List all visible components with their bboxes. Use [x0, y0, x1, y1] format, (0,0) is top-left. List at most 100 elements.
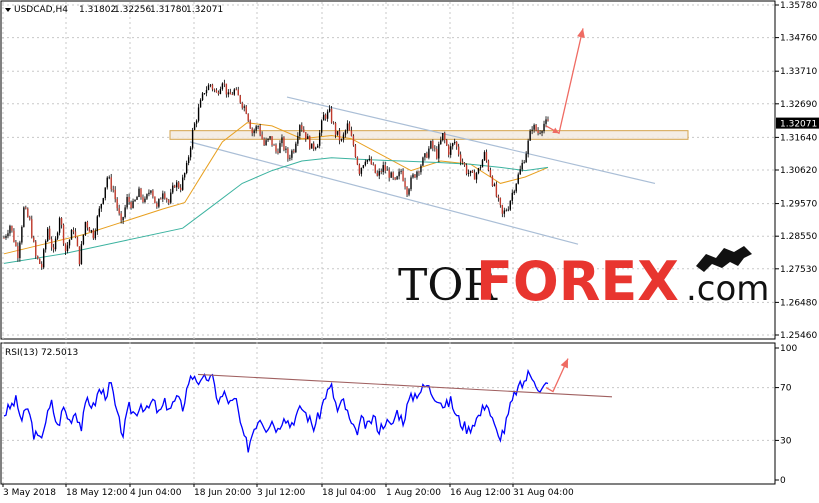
candle-body	[44, 241, 47, 250]
ohlc-low: 1.31780	[150, 5, 187, 15]
candle-body	[275, 145, 277, 152]
candle-body	[324, 114, 327, 119]
candle-body	[358, 164, 361, 174]
candle-body	[473, 172, 476, 180]
candle-body	[299, 125, 301, 136]
candle-body	[461, 161, 464, 164]
candle-body	[122, 217, 124, 221]
candle-body	[136, 197, 138, 200]
candle-body	[197, 107, 200, 121]
candle-body	[126, 197, 128, 208]
rsi-tick-label: 0	[780, 476, 786, 486]
candle-body	[233, 89, 236, 95]
watermark-dotcom: .com	[686, 269, 769, 309]
candle-body	[396, 176, 398, 180]
candle-body	[376, 172, 378, 176]
candle-body	[104, 187, 106, 199]
candle-body	[225, 83, 228, 95]
candle-body	[102, 198, 104, 204]
candle-body	[128, 197, 130, 203]
candle-body	[442, 133, 444, 141]
candle-body	[156, 203, 158, 207]
candle-body	[420, 165, 422, 173]
rsi-tick-label: 30	[780, 436, 792, 446]
price-tick-label: 1.26480	[780, 298, 817, 308]
candle-body	[17, 246, 19, 259]
candle-body	[483, 152, 486, 161]
candle-body	[392, 172, 394, 178]
candle-body	[174, 185, 176, 188]
rsi-plot-frame	[0, 342, 776, 485]
candle-body	[384, 165, 386, 171]
candle-body	[366, 159, 369, 162]
candle-body	[108, 177, 110, 179]
candle-body	[350, 130, 353, 136]
candle-body	[330, 108, 333, 123]
candle-body	[334, 123, 337, 135]
candle-body	[271, 136, 273, 146]
candle-body	[467, 173, 470, 174]
candle-body	[213, 89, 216, 91]
candle-body	[493, 184, 496, 186]
candle-body	[311, 143, 313, 149]
candle-body	[142, 197, 144, 202]
candle-body	[436, 148, 438, 159]
candle-body	[237, 89, 239, 96]
candle-body	[382, 165, 384, 173]
candle-body	[374, 164, 376, 173]
candle-body	[86, 221, 89, 228]
candle-body	[509, 200, 511, 210]
candle-body	[316, 145, 319, 148]
candle-body	[199, 99, 202, 108]
candle-body	[326, 111, 329, 119]
candle-body	[13, 230, 15, 242]
rsi-axis: 100 70 30 0	[775, 344, 797, 486]
candle-body	[529, 130, 531, 141]
candle-body	[541, 131, 543, 133]
candle-body	[475, 173, 478, 180]
candle-body	[513, 191, 515, 193]
candle-body	[76, 237, 79, 247]
candle-body	[452, 143, 454, 147]
price-tick-label: 1.33710	[780, 67, 817, 77]
candle-body	[106, 177, 108, 188]
candle-body	[217, 92, 220, 94]
resistance-zone-layer	[169, 130, 689, 140]
candle-body	[372, 164, 374, 166]
time-tick-label: 18 May 12:00	[66, 488, 128, 498]
candle-body	[259, 126, 261, 135]
ohlc-close: 1.32071	[186, 5, 223, 15]
candle-body	[406, 186, 408, 195]
candle-body	[130, 202, 132, 208]
candle-body	[535, 124, 537, 131]
candle-body	[146, 194, 148, 199]
candle-body	[527, 140, 529, 154]
candle-body	[247, 113, 249, 121]
candle-body	[517, 174, 519, 184]
candle-body	[450, 146, 452, 155]
candle-body	[265, 140, 267, 146]
candle-body	[320, 120, 323, 133]
candle-body	[209, 84, 212, 86]
candle-body	[263, 139, 265, 146]
candle-body	[31, 219, 33, 238]
candle-body	[221, 83, 224, 90]
candle-body	[15, 241, 17, 247]
price-tick-label: 1.30620	[780, 166, 817, 176]
candle-body	[140, 188, 142, 198]
candle-body	[29, 217, 31, 220]
candle-body	[56, 232, 59, 239]
candle-body	[223, 83, 226, 85]
candle-body	[354, 145, 357, 157]
candle-body	[521, 163, 523, 170]
candle-body	[7, 233, 9, 236]
candle-body	[388, 169, 390, 178]
candle-body	[370, 158, 372, 165]
candle-body	[21, 226, 23, 243]
candle-body	[41, 263, 43, 268]
candle-body	[537, 130, 539, 133]
candle-body	[380, 171, 382, 173]
candle-body	[185, 163, 188, 174]
candle-body	[35, 241, 37, 256]
candle-body	[211, 84, 214, 90]
